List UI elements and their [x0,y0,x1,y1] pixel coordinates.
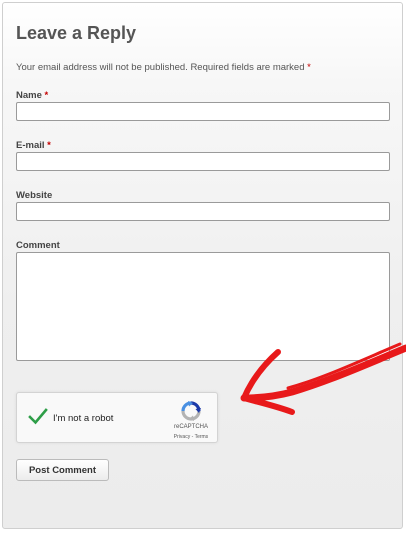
name-input[interactable] [16,102,390,121]
recaptcha-logo-icon [181,401,201,421]
website-label-text: Website [16,190,53,201]
post-comment-button[interactable]: Post Comment [16,459,109,481]
required-asterisk: * [307,62,311,73]
name-label: Name * [16,90,48,101]
checkmark-icon [28,408,48,425]
recaptcha-brand: reCAPTCHA [173,424,208,430]
comment-label: Comment [16,240,60,251]
recaptcha-privacy-link[interactable]: Privacy [174,434,190,440]
website-label: Website [16,190,52,201]
recaptcha-label: I'm not a robot [53,413,114,424]
recaptcha-links: Privacy - Terms [167,434,215,440]
form-title: Leave a Reply [16,23,137,43]
comment-label-text: Comment [16,240,60,251]
email-input[interactable] [16,152,390,171]
recaptcha-terms-link[interactable]: Terms [195,434,209,440]
hand-drawn-arrow-icon [240,342,406,415]
recaptcha-checkbox[interactable] [27,407,49,427]
email-label: E-mail * [16,140,51,151]
website-input[interactable] [16,202,390,221]
name-label-text: Name [16,90,42,101]
recaptcha-widget: I'm not a robot reCAPTCHA Privacy - Term… [16,392,218,443]
email-required-asterisk: * [47,140,51,151]
required-notice-text: Your email address will not be published… [16,62,305,73]
name-required-asterisk: * [44,90,49,101]
email-label-text: E-mail [16,140,45,151]
required-notice: Your email address will not be published… [16,62,311,73]
